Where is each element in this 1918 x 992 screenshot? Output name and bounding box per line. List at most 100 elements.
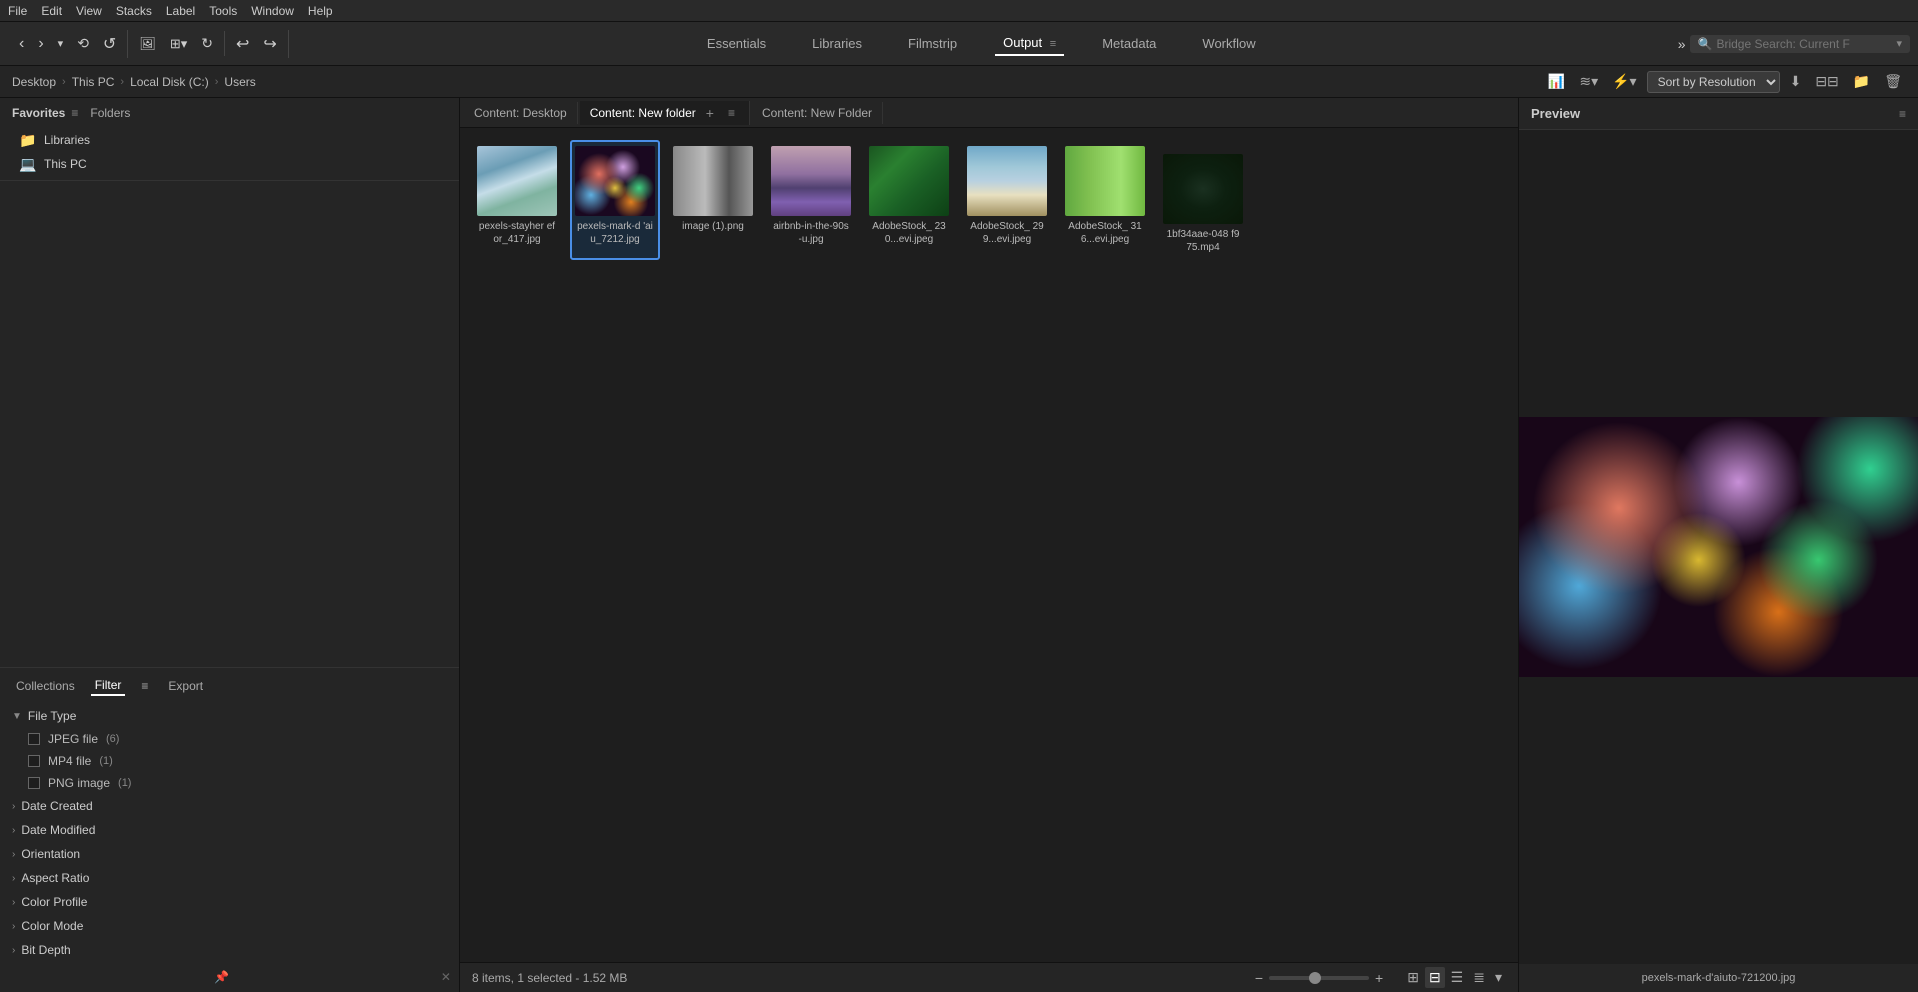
- tab-content-new-folder[interactable]: Content: New folder + ≡: [580, 101, 750, 125]
- libraries-folder-icon: 📁: [20, 132, 36, 148]
- file-item-1[interactable]: pexels-stayher efor_417.jpg: [472, 140, 562, 260]
- menu-tools[interactable]: Tools: [209, 4, 237, 18]
- stack-button[interactable]: ⊞▾: [165, 32, 192, 56]
- view-grid-large-btn[interactable]: ⊞: [1403, 967, 1423, 988]
- tab-add-icon[interactable]: +: [702, 105, 718, 121]
- menu-edit[interactable]: Edit: [41, 4, 62, 18]
- more-button[interactable]: »: [1674, 36, 1690, 52]
- color-profile-header[interactable]: › Color Profile: [0, 890, 459, 914]
- tab-menu-icon[interactable]: ≡: [724, 106, 739, 120]
- folder-view-btn[interactable]: ⊟⊟: [1811, 71, 1842, 92]
- filter-menu-btn[interactable]: ≡: [137, 677, 152, 695]
- view-grid-small-btn[interactable]: ⊟: [1425, 967, 1445, 988]
- breadcrumb-this-pc[interactable]: This PC: [72, 75, 115, 89]
- history-button[interactable]: ⟲: [72, 31, 94, 56]
- favorites-header: Favorites ≡ Folders: [0, 98, 459, 128]
- libraries-label: Libraries: [44, 133, 90, 147]
- rotate-left-button[interactable]: ↺: [98, 30, 121, 58]
- folders-tab[interactable]: Folders: [84, 104, 136, 122]
- view-dropdown-btn[interactable]: ▾: [1491, 967, 1506, 988]
- file-item-6[interactable]: AdobeStock_ 299...evi.jpeg: [962, 140, 1052, 260]
- menu-stacks[interactable]: Stacks: [116, 4, 152, 18]
- file-item-3[interactable]: image (1).png: [668, 140, 758, 260]
- zoom-in-btn[interactable]: +: [1375, 970, 1383, 986]
- zoom-out-btn[interactable]: −: [1255, 970, 1263, 986]
- tab-content-desktop[interactable]: Content: Desktop: [464, 102, 578, 124]
- undo-button[interactable]: ↩: [231, 30, 254, 58]
- breadcrumb-desktop[interactable]: Desktop: [12, 75, 56, 89]
- breadcrumb-local-disk[interactable]: Local Disk (C:): [130, 75, 209, 89]
- file-item-2[interactable]: pexels-mark-d 'aiu_7212.jpg: [570, 140, 660, 260]
- back-button[interactable]: ‹: [14, 31, 29, 57]
- filter-png[interactable]: PNG image (1): [0, 772, 459, 794]
- menu-help[interactable]: Help: [308, 4, 333, 18]
- file-item-5[interactable]: AdobeStock_ 230...evi.jpeg: [864, 140, 954, 260]
- view-list-btn[interactable]: ☰: [1447, 967, 1468, 988]
- chart-icon-btn[interactable]: 📊: [1544, 71, 1569, 92]
- filename-6: AdobeStock_ 299...evi.jpeg: [968, 220, 1046, 246]
- file-type-header[interactable]: ▼ File Type: [0, 704, 459, 728]
- close-panel-icon[interactable]: ✕: [441, 970, 451, 984]
- color-mode-label: Color Mode: [21, 919, 83, 933]
- date-modified-header[interactable]: › Date Modified: [0, 818, 459, 842]
- breadcrumb-users[interactable]: Users: [224, 75, 255, 89]
- nav-dropdown-button[interactable]: ▾: [53, 33, 69, 54]
- favorites-menu-icon[interactable]: ≡: [71, 106, 78, 120]
- menu-label[interactable]: Label: [166, 4, 195, 18]
- fav-this-pc[interactable]: 💻 This PC: [0, 152, 459, 176]
- preview-menu-icon[interactable]: ≡: [1899, 107, 1906, 121]
- zoom-track[interactable]: [1269, 976, 1369, 980]
- orientation-chevron: ›: [12, 849, 15, 860]
- tab-output[interactable]: Output ≡: [995, 31, 1064, 56]
- menu-window[interactable]: Window: [251, 4, 294, 18]
- view-toggle-btn[interactable]: ≋▾: [1575, 71, 1602, 92]
- get-photos-button[interactable]: 🖼: [134, 32, 161, 56]
- search-dropdown-icon[interactable]: ▾: [1896, 37, 1902, 50]
- filter-btn[interactable]: ⚡▾: [1608, 71, 1640, 92]
- new-folder-btn[interactable]: 📁: [1849, 71, 1874, 92]
- tab-libraries[interactable]: Libraries: [804, 32, 870, 55]
- filename-4: airbnb-in-the-90s-u.jpg: [772, 220, 850, 246]
- menu-view[interactable]: View: [76, 4, 102, 18]
- orientation-header[interactable]: › Orientation: [0, 842, 459, 866]
- search-input[interactable]: [1716, 37, 1896, 51]
- delete-btn[interactable]: 🗑: [1880, 71, 1906, 92]
- forward-button[interactable]: ›: [33, 31, 48, 57]
- menu-file[interactable]: File: [8, 4, 27, 18]
- filter-mp4[interactable]: MP4 file (1): [0, 750, 459, 772]
- filter-jpeg[interactable]: JPEG file (6): [0, 728, 459, 750]
- export-tab[interactable]: Export: [164, 677, 207, 695]
- tab-workflow[interactable]: Workflow: [1194, 32, 1263, 55]
- collections-tab[interactable]: Collections: [12, 677, 79, 695]
- panel-divider: [0, 180, 459, 181]
- file-item-4[interactable]: airbnb-in-the-90s-u.jpg: [766, 140, 856, 260]
- view-detail-btn[interactable]: ≣: [1469, 967, 1489, 988]
- png-checkbox[interactable]: [28, 777, 40, 789]
- tab-metadata[interactable]: Metadata: [1094, 32, 1164, 55]
- favorites-title: Favorites: [12, 106, 65, 120]
- tab-content-new-folder2[interactable]: Content: New Folder: [752, 102, 883, 124]
- jpeg-count: (6): [106, 733, 119, 745]
- breadcrumb-sep-2: ›: [120, 76, 124, 88]
- preview-header: Preview ≡: [1519, 98, 1918, 130]
- tab-essentials[interactable]: Essentials: [699, 32, 774, 55]
- fav-libraries[interactable]: 📁 Libraries: [0, 128, 459, 152]
- png-count: (1): [118, 777, 131, 789]
- jpeg-checkbox[interactable]: [28, 733, 40, 745]
- file-item-7[interactable]: AdobeStock_ 316...evi.jpeg: [1060, 140, 1150, 260]
- view-buttons: ⊞ ⊟ ☰ ≣ ▾: [1403, 967, 1506, 988]
- redo-button[interactable]: ↪: [258, 30, 281, 58]
- date-created-header[interactable]: › Date Created: [0, 794, 459, 818]
- filter-tab[interactable]: Filter: [91, 676, 126, 696]
- refresh-button[interactable]: ↻: [196, 31, 218, 56]
- sort-dropdown[interactable]: Sort by Resolution Sort by Name Sort by …: [1647, 71, 1780, 93]
- output-menu-icon[interactable]: ≡: [1050, 38, 1056, 50]
- mp4-checkbox[interactable]: [28, 755, 40, 767]
- file-item-8[interactable]: 1bf34aae-048 f975.mp4: [1158, 148, 1248, 260]
- aspect-ratio-header[interactable]: › Aspect Ratio: [0, 866, 459, 890]
- pin-icon[interactable]: 📌: [214, 970, 229, 984]
- bit-depth-header[interactable]: › Bit Depth: [0, 938, 459, 962]
- tab-filmstrip[interactable]: Filmstrip: [900, 32, 965, 55]
- color-mode-header[interactable]: › Color Mode: [0, 914, 459, 938]
- download-btn[interactable]: ⬇: [1786, 71, 1806, 92]
